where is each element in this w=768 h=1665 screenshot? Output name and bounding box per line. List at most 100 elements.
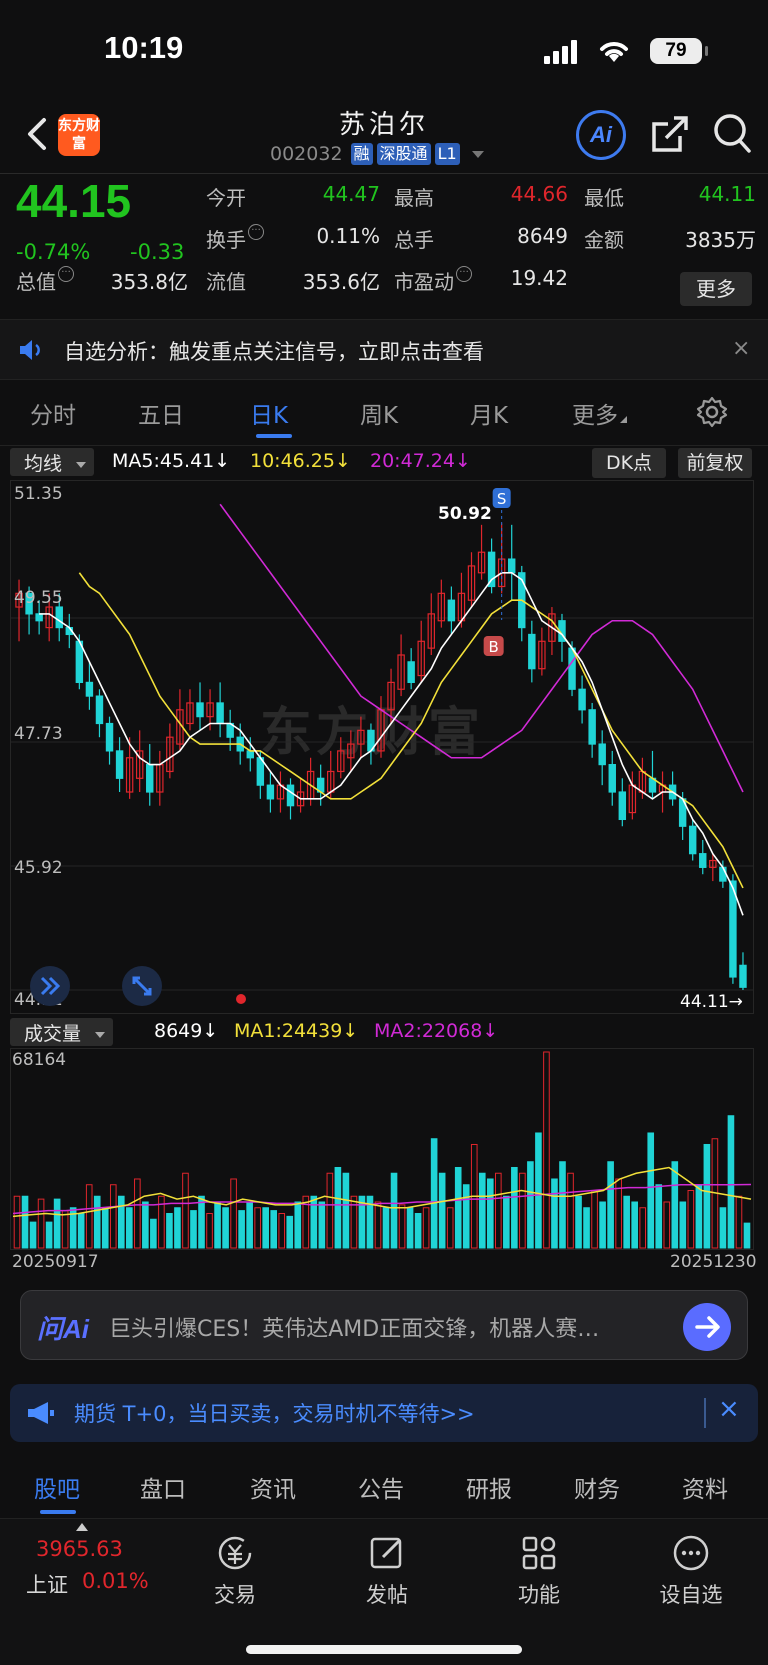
volume-bar (294, 1201, 302, 1249)
volume-bar (462, 1184, 470, 1249)
volume-bar (647, 1132, 655, 1249)
volume-bar (743, 1222, 751, 1249)
chevron-down-icon (95, 1031, 106, 1038)
volume-bar (342, 1172, 350, 1249)
corner-triangle-icon (620, 416, 627, 423)
volume-bar (214, 1201, 221, 1249)
tab-five-day[interactable]: 五日 (138, 396, 184, 430)
volume-bar (486, 1178, 494, 1249)
tab-monthly-k[interactable]: 月K (470, 396, 508, 430)
volume-bar (438, 1172, 446, 1249)
tab-forum[interactable]: 股吧 (34, 1470, 80, 1504)
close-icon[interactable]: × (718, 1394, 740, 1424)
volume-indicator-dropdown[interactable]: 成交量 (10, 1018, 114, 1046)
volume-bar (230, 1178, 237, 1249)
ai-assistant-icon[interactable]: Ai (576, 110, 626, 160)
candle-body (618, 791, 627, 821)
ask-ai-prompt[interactable]: 巨头引爆CES！英伟达AMD正面交锋，机器人赛… (109, 1311, 669, 1343)
index-percent[interactable]: 0.01% (82, 1569, 149, 1593)
content-tabs: 股吧 盘口 资讯 公告 研报 财务 资料 (0, 1458, 768, 1518)
tab-profile[interactable]: 资料 (682, 1470, 728, 1504)
candle-body (196, 702, 204, 718)
volume-bar (270, 1210, 278, 1249)
volume-svg (10, 1048, 754, 1250)
dock-features-label: 功能 (518, 1583, 560, 1607)
search-icon[interactable] (712, 112, 752, 154)
volume-chart[interactable]: 68164 20250917 20251230 (10, 1048, 757, 1272)
speaker-icon (20, 340, 40, 360)
ask-ai-bar[interactable]: 问Ai 巨头引爆CES！英伟达AMD正面交锋，机器人赛… (20, 1290, 748, 1360)
candle-body (447, 599, 456, 622)
volume-bar (543, 1051, 550, 1249)
high-value: 44.66 (510, 182, 568, 206)
volume-bar (551, 1178, 558, 1249)
volume-bar (398, 1204, 406, 1249)
low-label: 最低 (584, 186, 624, 210)
candle-body (286, 784, 295, 807)
volume-bar (142, 1201, 149, 1249)
volume-bar (85, 1184, 93, 1249)
market-cap-label: 总值 ··· (16, 266, 74, 295)
volume-bar (166, 1212, 173, 1249)
expand-icon[interactable] (30, 966, 70, 1006)
promo-banner[interactable]: 期货 T+0，当日买卖，交易时机不等待>> × (10, 1384, 758, 1442)
battery-indicator: 79 (650, 38, 708, 64)
home-indicator (246, 1645, 522, 1654)
dock-post[interactable]: 发帖 (342, 1529, 432, 1609)
volume-bar (567, 1172, 574, 1249)
margin-tag: 融 (350, 143, 373, 165)
tab-daily-k[interactable]: 日K (250, 396, 288, 430)
volume-bar (45, 1221, 53, 1249)
promo-text: 期货 T+0，当日买卖，交易时机不等待>> (74, 1402, 475, 1426)
chart-frame (10, 480, 754, 1014)
volume-legend-bar: 成交量 8649↓ MA1:24439↓ MA2:22068↓ (0, 1016, 768, 1048)
volume-max-label: 68164 (12, 1050, 67, 1070)
stock-identifier[interactable]: 002032 融 深股通 L1 (270, 142, 484, 166)
volume-bar (719, 1207, 727, 1249)
volume-bar (174, 1207, 181, 1249)
candle-body (55, 606, 63, 629)
volume-value: 8649 (517, 224, 568, 248)
fullscreen-icon[interactable] (122, 966, 162, 1006)
close-icon[interactable]: × (732, 336, 750, 361)
volume-bar (478, 1172, 486, 1249)
volume-bar (382, 1207, 390, 1249)
active-tab-indicator (40, 1510, 76, 1514)
dk-point-button[interactable]: DK点 (592, 448, 666, 478)
more-quote-button[interactable]: 更多 (680, 272, 752, 306)
level-tag: L1 (434, 143, 460, 165)
dock-trade-label: 交易 (214, 1583, 256, 1607)
adjust-mode-button[interactable]: 前复权 (678, 448, 752, 478)
tab-announcements[interactable]: 公告 (358, 1470, 404, 1504)
gear-icon[interactable] (696, 396, 728, 428)
notice-bar[interactable]: 自选分析：触发重点关注信号，立即点击查看 × (0, 320, 768, 380)
dock-trade[interactable]: 交易 (190, 1529, 280, 1609)
tab-financials[interactable]: 财务 (574, 1470, 620, 1504)
submit-arrow-button[interactable] (683, 1303, 731, 1351)
volume-bar (687, 1189, 695, 1249)
ma10-value: 10:46.25↓ (250, 450, 351, 472)
volume-bar (134, 1178, 141, 1249)
share-icon[interactable] (650, 114, 690, 154)
tab-intraday[interactable]: 分时 (30, 396, 76, 430)
change-amount: -0.33 (130, 240, 185, 264)
index-value[interactable]: 3965.63 (36, 1537, 123, 1561)
tab-orderbook[interactable]: 盘口 (140, 1470, 186, 1504)
volume-bar (109, 1184, 117, 1249)
dock-add-watchlist[interactable]: 设自选 (646, 1529, 736, 1609)
indicator-dropdown[interactable]: 均线 (10, 448, 95, 476)
tab-more[interactable]: 更多 (572, 396, 627, 430)
dock-features[interactable]: 功能 (494, 1529, 584, 1609)
volume-bar (21, 1195, 29, 1249)
candle-body (246, 750, 255, 759)
volume-bar (599, 1201, 606, 1249)
tab-research[interactable]: 研报 (466, 1470, 512, 1504)
volume-value: 8649↓ (154, 1020, 219, 1042)
tab-news[interactable]: 资讯 (250, 1470, 296, 1504)
index-name[interactable]: 上证 (26, 1569, 68, 1599)
sell-signal-label: S (497, 490, 507, 508)
info-icon: ··· (248, 224, 264, 240)
tab-weekly-k[interactable]: 周K (360, 396, 398, 430)
kline-chart[interactable]: 东方财富 SB 51.35 49.55 47.73 45.92 44.11 50… (10, 480, 754, 1014)
y-tick-label: 51.35 (14, 484, 63, 504)
